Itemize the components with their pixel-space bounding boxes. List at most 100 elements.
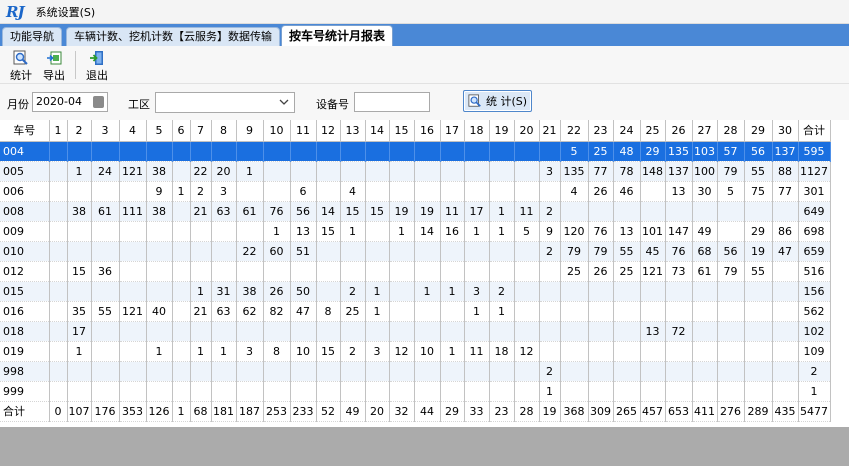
column-header-day[interactable]: 17 bbox=[440, 120, 465, 142]
column-header-day[interactable]: 25 bbox=[640, 120, 666, 142]
column-header-day[interactable]: 29 bbox=[744, 120, 773, 142]
table-cell bbox=[316, 381, 341, 402]
tab-monthly-report-by-vehicle[interactable]: 按车号统计月报表 bbox=[281, 25, 394, 46]
tab-cloud-data-transfer[interactable]: 车辆计数、挖机计数【云服务】数据传输 bbox=[66, 27, 280, 46]
table-cell bbox=[692, 361, 718, 382]
column-header-day[interactable]: 14 bbox=[365, 120, 390, 142]
table-cell bbox=[772, 381, 799, 402]
table-cell bbox=[539, 181, 561, 202]
table-cell bbox=[588, 301, 614, 322]
table-cell: 1 bbox=[440, 281, 465, 302]
column-header-day[interactable]: 28 bbox=[717, 120, 745, 142]
table-cell: 25 bbox=[340, 301, 366, 322]
stat-button[interactable]: 统 计(S) bbox=[463, 90, 532, 112]
column-header-day[interactable]: 9 bbox=[236, 120, 264, 142]
table-row[interactable]: 018 17 13 72 102 bbox=[0, 321, 831, 342]
column-header-day[interactable]: 8 bbox=[211, 120, 237, 142]
column-header-day[interactable]: 5 bbox=[146, 120, 173, 142]
stat-toolbar-label: 统计 bbox=[10, 69, 32, 82]
table-cell bbox=[365, 141, 390, 162]
table-cell bbox=[91, 221, 120, 242]
column-header-vehicle[interactable]: 车号 bbox=[0, 120, 50, 142]
table-cell: 20 bbox=[211, 161, 237, 182]
table-row[interactable]: 008 38 61 111 38 21 63 61 76 56 14 15 15 19 19 11 17 1 11 2… bbox=[0, 201, 831, 222]
row-vehicle-id: 018 bbox=[0, 321, 50, 342]
table-cell bbox=[49, 361, 68, 382]
column-header-day[interactable]: 27 bbox=[692, 120, 718, 142]
column-header-day[interactable]: 23 bbox=[588, 120, 614, 142]
table-cell bbox=[640, 181, 666, 202]
table-row[interactable]: 010 22 60 51 2 79 79 55 45 76 68 56 19 47 659 bbox=[0, 241, 831, 262]
table-row[interactable]: 999 1 1 bbox=[0, 381, 831, 402]
column-header-day[interactable]: 15 bbox=[389, 120, 415, 142]
table-cell: 4 bbox=[340, 181, 366, 202]
month-picker[interactable]: 2020-04 bbox=[32, 92, 108, 112]
table-row[interactable]: 006 9 1 2 3 6 4 4 26 46 13 30 5 75 77 301 bbox=[0, 181, 831, 202]
column-header-day[interactable]: 3 bbox=[91, 120, 120, 142]
table-cell bbox=[613, 361, 641, 382]
table-cell bbox=[613, 321, 641, 342]
column-header-total[interactable]: 合计 bbox=[798, 120, 831, 142]
table-row[interactable]: 009 1 13 15 1 1 14 16 1 1 5 9 120 76 13 101 147 49 29 86 698 bbox=[0, 221, 831, 242]
table-row[interactable]: 012 15 36 25 26 25 121 73 61 79 55 516 bbox=[0, 261, 831, 282]
column-header-day[interactable]: 20 bbox=[514, 120, 540, 142]
table-cell bbox=[613, 281, 641, 302]
total-cell: 176 bbox=[91, 401, 120, 422]
tab-function-navigation[interactable]: 功能导航 bbox=[2, 27, 62, 46]
table-cell: 102 bbox=[798, 321, 831, 342]
table-cell bbox=[665, 301, 693, 322]
column-header-day[interactable]: 4 bbox=[119, 120, 147, 142]
column-header-day[interactable]: 12 bbox=[316, 120, 341, 142]
table-row[interactable]: 004 5 25 48 29 135 103 57 56 137 595 bbox=[0, 141, 831, 162]
site-select[interactable] bbox=[155, 92, 295, 113]
table-cell bbox=[365, 221, 390, 242]
table-cell bbox=[665, 361, 693, 382]
report-grid[interactable]: 车号 1 2 3 4 5 6 7 8 9 10 11 12 13 14 15 16 17 18 19 20 21 22 23 2… bbox=[0, 120, 849, 427]
column-header-day[interactable]: 11 bbox=[290, 120, 317, 142]
column-header-day[interactable]: 21 bbox=[539, 120, 561, 142]
column-header-day[interactable]: 1 bbox=[49, 120, 68, 142]
table-cell: 88 bbox=[772, 161, 799, 182]
table-cell: 21 bbox=[190, 301, 212, 322]
table-cell: 562 bbox=[798, 301, 831, 322]
table-cell: 15 bbox=[365, 201, 390, 222]
menu-system-settings[interactable]: 系统设置(S) bbox=[33, 2, 99, 22]
total-row[interactable]: 合计 0 107 176 353 126 1 68 181 187 253 233 52 49 20 32 44… bbox=[0, 401, 831, 422]
column-header-day[interactable]: 30 bbox=[772, 120, 799, 142]
table-row[interactable]: 015 1 31 38 26 50 2 1 1 1 3 2 156 bbox=[0, 281, 831, 302]
table-cell: 46 bbox=[613, 181, 641, 202]
table-cell bbox=[440, 381, 465, 402]
column-header-day[interactable]: 13 bbox=[340, 120, 366, 142]
table-row[interactable]: 019 1 1 1 1 3 8 10 15 2 3 12 10 1 11 18 12 109 bbox=[0, 341, 831, 362]
row-vehicle-id: 008 bbox=[0, 201, 50, 222]
export-button[interactable]: 导出 bbox=[41, 50, 67, 82]
column-header-day[interactable]: 18 bbox=[464, 120, 490, 142]
table-cell: 29 bbox=[744, 221, 773, 242]
table-cell bbox=[389, 161, 415, 182]
table-row[interactable]: 998 2 2 bbox=[0, 361, 831, 382]
column-header-day[interactable]: 10 bbox=[263, 120, 291, 142]
table-cell bbox=[190, 141, 212, 162]
column-header-day[interactable]: 26 bbox=[665, 120, 693, 142]
calendar-icon[interactable] bbox=[93, 96, 104, 108]
column-header-day[interactable]: 22 bbox=[560, 120, 589, 142]
column-header-day[interactable]: 16 bbox=[414, 120, 441, 142]
device-input[interactable] bbox=[354, 92, 430, 112]
table-row[interactable]: 016 35 55 121 40 21 63 62 82 47 8 25 1 1 1 562 bbox=[0, 301, 831, 322]
column-header-day[interactable]: 24 bbox=[613, 120, 641, 142]
table-cell bbox=[236, 361, 264, 382]
table-cell bbox=[91, 181, 120, 202]
stat-toolbar-button[interactable]: 统计 bbox=[8, 50, 34, 82]
total-cell: 49 bbox=[340, 401, 366, 422]
column-header-day[interactable]: 6 bbox=[172, 120, 191, 142]
table-cell: 47 bbox=[290, 301, 317, 322]
total-cell: 187 bbox=[236, 401, 264, 422]
column-header-day[interactable]: 7 bbox=[190, 120, 212, 142]
exit-button[interactable]: 退出 bbox=[84, 50, 110, 82]
table-cell bbox=[119, 141, 147, 162]
column-header-day[interactable]: 19 bbox=[489, 120, 515, 142]
table-row[interactable]: 005 1 24 121 38 22 20 1 3 135 77 78 148 137 100 79 55 88 1… bbox=[0, 161, 831, 182]
table-cell bbox=[464, 141, 490, 162]
table-cell bbox=[440, 261, 465, 282]
column-header-day[interactable]: 2 bbox=[67, 120, 92, 142]
